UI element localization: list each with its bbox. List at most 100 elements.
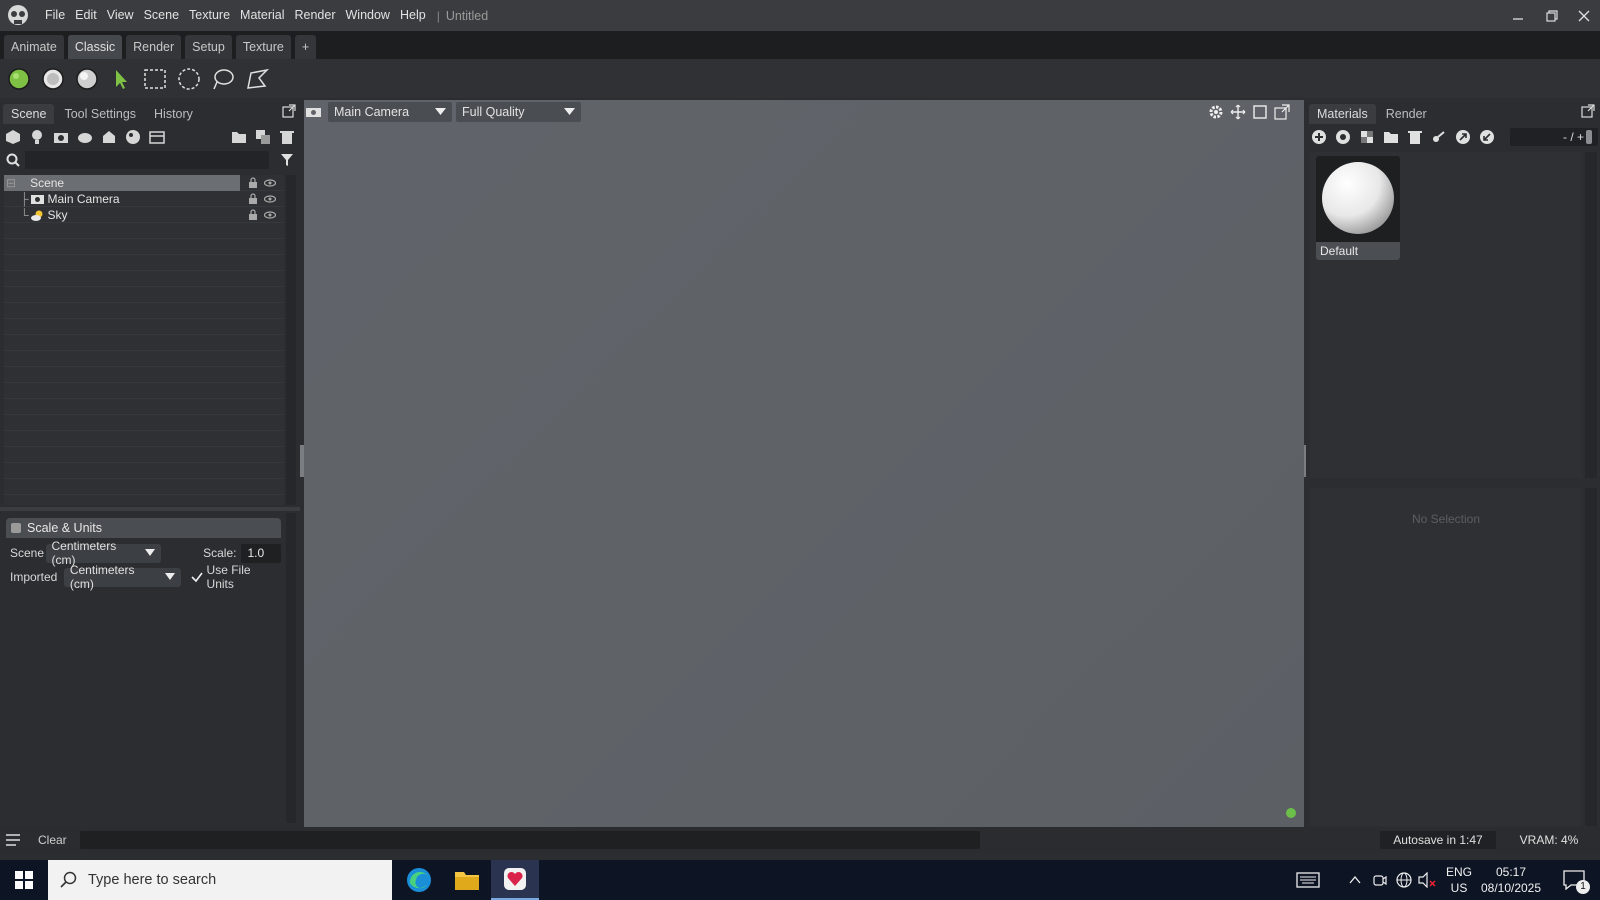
menu-file[interactable]: File [40, 0, 70, 31]
delete-icon[interactable] [1406, 128, 1424, 146]
rect-select-icon[interactable] [142, 66, 168, 92]
undock-icon[interactable] [1274, 104, 1290, 120]
polygon-select-icon[interactable] [244, 66, 270, 92]
material-link-icon[interactable] [1430, 128, 1448, 146]
solid-render-mode-icon[interactable] [40, 66, 66, 92]
3d-viewport[interactable] [304, 100, 1304, 827]
folder-icon[interactable] [1382, 128, 1400, 146]
close-icon[interactable] [1568, 0, 1600, 31]
tab-setup[interactable]: Setup [185, 35, 232, 59]
export-icon[interactable] [1454, 128, 1472, 146]
folder-icon[interactable] [230, 128, 248, 146]
import-icon[interactable] [1478, 128, 1496, 146]
menu-material[interactable]: Material [235, 0, 289, 31]
tree-row-sky[interactable]: └ Sky [4, 207, 284, 223]
edge-browser-icon[interactable] [395, 860, 443, 900]
tab-history[interactable]: History [146, 104, 201, 124]
add-animation-icon[interactable] [148, 128, 166, 146]
add-material-variant-icon[interactable] [1334, 128, 1352, 146]
imported-unit-dropdown[interactable]: Centimeters (cm) [63, 563, 181, 591]
notification-count: 1 [1576, 880, 1590, 894]
slider-handle[interactable] [1586, 130, 1592, 144]
viewport-camera-icon[interactable] [304, 102, 324, 122]
notifications-icon[interactable]: 1 [1554, 860, 1594, 900]
tab-texture[interactable]: Texture [235, 35, 291, 59]
tab-scene[interactable]: Scene [3, 104, 55, 124]
thumbnail-size-slider[interactable]: - / + [1510, 128, 1598, 146]
tab-classic[interactable]: Classic [67, 35, 123, 59]
materials-scrollbar[interactable] [1585, 152, 1597, 478]
tab-render[interactable]: Render [126, 35, 182, 59]
menu-texture[interactable]: Texture [184, 0, 235, 31]
tab-materials[interactable]: Materials [1309, 104, 1376, 124]
filter-icon[interactable] [279, 151, 296, 169]
lock-icon[interactable] [248, 193, 258, 205]
menu-view[interactable]: View [102, 0, 139, 31]
move-view-icon[interactable] [1230, 104, 1246, 120]
select-arrow-icon[interactable] [108, 66, 134, 92]
clock[interactable]: 05:17 08/10/2025 [1478, 864, 1544, 896]
lasso-select-icon[interactable] [210, 66, 236, 92]
restore-icon[interactable] [1536, 0, 1568, 31]
frame-icon[interactable] [1252, 104, 1268, 120]
duplicate-icon[interactable] [254, 128, 272, 146]
add-camera-icon[interactable] [52, 128, 70, 146]
keyboard-icon[interactable] [1290, 860, 1326, 900]
add-material-icon[interactable] [124, 128, 142, 146]
properties-scrollbar[interactable] [1585, 488, 1597, 826]
panel-splitter[interactable] [0, 507, 300, 511]
volume-muted-icon[interactable] [1418, 860, 1436, 900]
menu-render[interactable]: Render [290, 0, 341, 31]
meet-now-icon[interactable] [1372, 860, 1388, 900]
log-menu-icon[interactable] [6, 834, 20, 846]
menu-scene[interactable]: Scene [139, 0, 184, 31]
add-environment-icon[interactable] [76, 128, 94, 146]
tab-tool-settings[interactable]: Tool Settings [56, 104, 144, 124]
clear-log-button[interactable]: Clear [38, 833, 67, 847]
material-render-mode-icon[interactable] [6, 66, 32, 92]
scene-unit-dropdown[interactable]: Centimeters (cm) [45, 539, 162, 567]
gear-icon[interactable] [1208, 104, 1224, 120]
scale-value-field[interactable]: 1.0 [241, 543, 281, 563]
scene-search-input[interactable] [25, 151, 269, 169]
file-explorer-icon[interactable] [443, 860, 491, 900]
add-material-icon[interactable] [1310, 128, 1328, 146]
tab-render-settings[interactable]: Render [1378, 104, 1435, 124]
language-indicator[interactable]: ENG US [1442, 864, 1476, 896]
windows-start-icon[interactable] [0, 860, 48, 900]
lock-icon[interactable] [248, 209, 258, 221]
circle-select-icon[interactable] [176, 66, 202, 92]
visibility-eye-icon[interactable] [264, 177, 276, 189]
lock-visibility [248, 193, 276, 205]
scale-panel-scrollbar[interactable] [286, 513, 296, 823]
add-object-icon[interactable] [4, 128, 22, 146]
checkmark-icon[interactable] [190, 571, 203, 583]
camera-dropdown[interactable]: Main Camera [328, 102, 452, 122]
quality-dropdown[interactable]: Full Quality [456, 102, 581, 122]
taskbar-search[interactable]: Type here to search [48, 860, 392, 900]
menu-window[interactable]: Window [341, 0, 395, 31]
tab-animate[interactable]: Animate [4, 35, 64, 59]
3d-app-taskbar-icon[interactable] [491, 860, 539, 900]
delete-icon[interactable] [278, 128, 296, 146]
visibility-eye-icon[interactable] [264, 193, 276, 205]
texture-checker-icon[interactable] [1358, 128, 1376, 146]
minimize-icon[interactable] [1502, 0, 1534, 31]
visibility-eye-icon[interactable] [264, 209, 276, 221]
left-splitter-handle[interactable] [300, 445, 304, 477]
scale-units-header[interactable]: Scale & Units [6, 518, 281, 538]
undock-icon[interactable] [1581, 104, 1595, 118]
tree-row-scene[interactable]: ⊟ Scene [4, 175, 284, 191]
scene-tree-scrollbar[interactable] [286, 175, 296, 505]
undock-icon[interactable] [282, 104, 296, 118]
show-hidden-icons-chevron-up-icon[interactable] [1348, 860, 1362, 900]
lock-icon[interactable] [248, 177, 258, 189]
network-globe-icon[interactable] [1396, 860, 1412, 900]
tree-row-main-camera[interactable]: ├ Main Camera [4, 191, 284, 207]
shaded-render-mode-icon[interactable] [74, 66, 100, 92]
add-group-icon[interactable] [100, 128, 118, 146]
menu-help[interactable]: Help [395, 0, 431, 31]
add-light-icon[interactable] [28, 128, 46, 146]
menu-edit[interactable]: Edit [70, 0, 102, 31]
add-workspace-button[interactable]: + [294, 35, 317, 59]
